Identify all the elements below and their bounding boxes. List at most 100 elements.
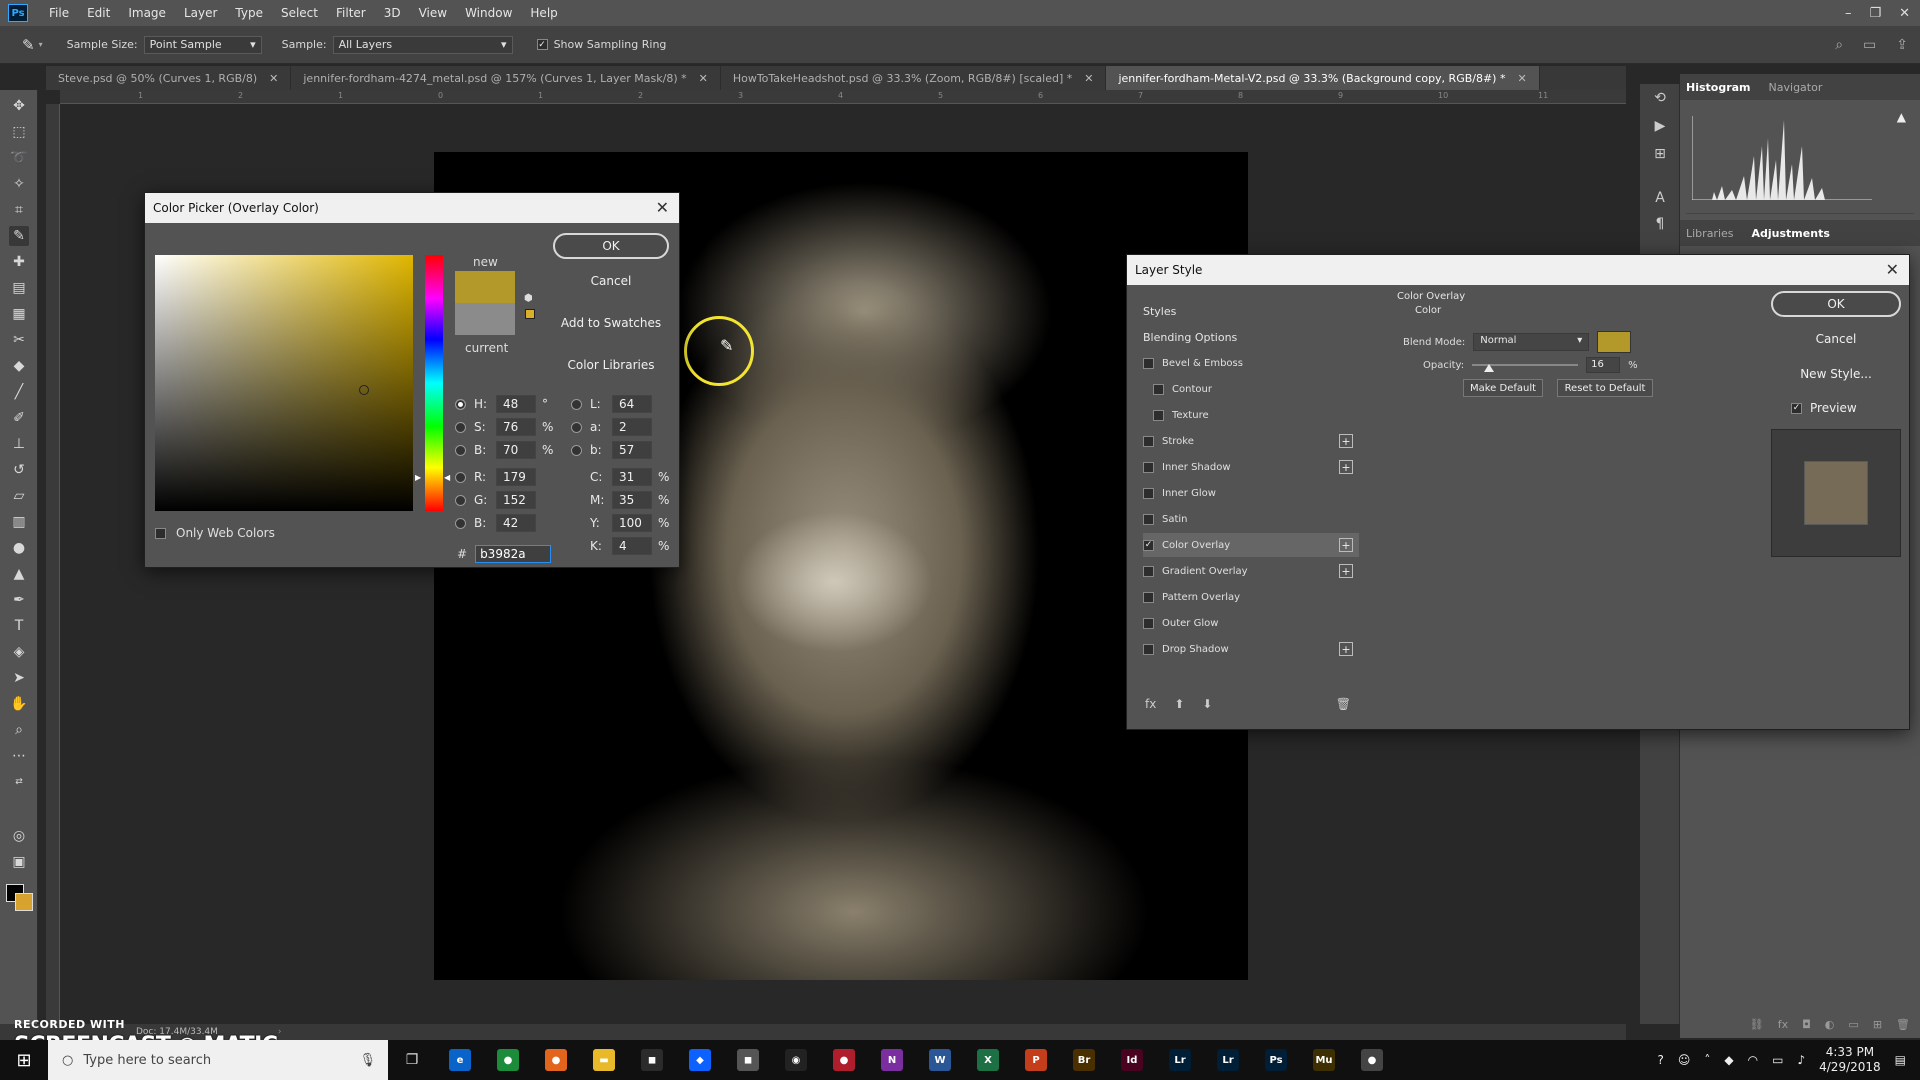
- taskbar-app-powerpoint[interactable]: P: [1012, 1040, 1060, 1080]
- style-item-color-overlay[interactable]: ✓ Color Overlay +: [1143, 533, 1359, 557]
- doc-tab-steve[interactable]: Steve.psd @ 50% (Curves 1, RGB/8) ✕: [46, 66, 292, 90]
- tab-histogram[interactable]: Histogram: [1686, 81, 1751, 94]
- menu-layer[interactable]: Layer: [175, 0, 226, 26]
- style-item-inner-glow[interactable]: Inner Glow: [1143, 481, 1359, 505]
- pencil-tool-icon[interactable]: ╱: [9, 382, 29, 402]
- close-icon[interactable]: ✕: [269, 72, 278, 85]
- lab-b-radio[interactable]: [571, 444, 582, 456]
- lab-b-input[interactable]: 57: [612, 441, 652, 459]
- hue-arrow-right-icon[interactable]: ◀: [444, 473, 450, 482]
- red-input[interactable]: 179: [496, 468, 536, 486]
- color-field-marker[interactable]: [359, 385, 369, 395]
- hue-arrow-left-icon[interactable]: ▶: [415, 473, 421, 482]
- taskbar-search[interactable]: ○ Type here to search 🎙: [48, 1040, 388, 1080]
- workspace-icon[interactable]: ▭: [1863, 37, 1876, 53]
- green-input[interactable]: 152: [496, 491, 536, 509]
- tab-adjustments[interactable]: Adjustments: [1752, 227, 1830, 240]
- search-icon[interactable]: ⌕: [1835, 37, 1843, 53]
- taskbar-app-lightroom[interactable]: Lr: [1204, 1040, 1252, 1080]
- sample-select[interactable]: All Layers ▾: [332, 35, 513, 54]
- doc-tab-jennifer-metal-v2[interactable]: jennifer-fordham-Metal-V2.psd @ 33.3% (B…: [1106, 66, 1540, 90]
- lab-a-input[interactable]: 2: [612, 418, 652, 436]
- direct-select-tool-icon[interactable]: ➤: [9, 668, 29, 688]
- menu-filter[interactable]: Filter: [327, 0, 375, 26]
- crop-tool-icon[interactable]: ⌗: [9, 200, 29, 220]
- close-icon[interactable]: ✕: [1517, 72, 1526, 85]
- quick-mask-icon[interactable]: ◎: [9, 826, 29, 846]
- quick-select-tool-icon[interactable]: ✧: [9, 174, 29, 194]
- sharpen-tool-icon[interactable]: ▲: [9, 564, 29, 584]
- hand-tool-icon[interactable]: ✋: [9, 694, 29, 714]
- layer-comps-icon[interactable]: ⊞: [1650, 144, 1670, 164]
- close-icon[interactable]: ✕: [699, 72, 708, 85]
- style-item-gradient-overlay[interactable]: Gradient Overlay +: [1143, 559, 1359, 583]
- minimize-icon[interactable]: –: [1845, 6, 1852, 21]
- eyedropper-tool-icon[interactable]: ✎: [9, 226, 29, 246]
- healing-brush-tool-icon[interactable]: ✚: [9, 252, 29, 272]
- taskbar-app-chrome[interactable]: ●: [484, 1040, 532, 1080]
- pen-tool-icon[interactable]: ✒: [9, 590, 29, 610]
- chevron-up-icon[interactable]: ˄: [1704, 1053, 1710, 1067]
- path-select-tool-icon[interactable]: ◈: [9, 642, 29, 662]
- style-checkbox[interactable]: [1153, 409, 1164, 421]
- style-checkbox[interactable]: [1143, 617, 1154, 629]
- add-icon[interactable]: +: [1339, 538, 1353, 552]
- dropbox-tray-icon[interactable]: ◆: [1724, 1053, 1733, 1067]
- style-item-outer-glow[interactable]: Outer Glow: [1143, 611, 1359, 635]
- style-checkbox[interactable]: [1143, 591, 1154, 603]
- menu-help[interactable]: Help: [521, 0, 566, 26]
- tab-libraries[interactable]: Libraries: [1686, 227, 1734, 240]
- add-mask-icon[interactable]: ◘: [1802, 1018, 1811, 1038]
- style-item-inner-shadow[interactable]: Inner Shadow +: [1143, 455, 1359, 479]
- menu-file[interactable]: File: [40, 0, 78, 26]
- ok-button[interactable]: OK: [1771, 291, 1901, 317]
- taskbar-app-photoshop[interactable]: Ps: [1252, 1040, 1300, 1080]
- style-checkbox[interactable]: [1143, 643, 1154, 655]
- taskbar-app-firefox[interactable]: ●: [532, 1040, 580, 1080]
- wifi-icon[interactable]: ◠: [1748, 1053, 1758, 1067]
- microphone-icon[interactable]: 🎙: [359, 1053, 376, 1068]
- paragraph-icon[interactable]: ¶: [1650, 214, 1670, 234]
- close-icon[interactable]: ✕: [656, 198, 669, 217]
- style-item-stroke[interactable]: Stroke +: [1143, 429, 1359, 453]
- style-item-satin[interactable]: Satin: [1143, 507, 1359, 531]
- restore-icon[interactable]: ❐: [1869, 6, 1881, 21]
- trash-icon[interactable]: 🗑: [1336, 697, 1351, 711]
- magenta-input[interactable]: 35: [612, 491, 652, 509]
- taskbar-app-obs[interactable]: ◉: [772, 1040, 820, 1080]
- brightness-radio[interactable]: [455, 444, 466, 456]
- overlay-color-swatch[interactable]: [1597, 331, 1632, 353]
- add-icon[interactable]: +: [1339, 564, 1353, 578]
- taskbar-app-file-explorer[interactable]: ▬: [580, 1040, 628, 1080]
- opacity-input[interactable]: 16: [1586, 357, 1621, 373]
- style-item-pattern-overlay[interactable]: Pattern Overlay: [1143, 585, 1359, 609]
- new-style-button[interactable]: New Style...: [1771, 361, 1901, 387]
- cancel-button[interactable]: Cancel: [553, 268, 669, 294]
- opacity-slider-thumb[interactable]: [1484, 364, 1495, 372]
- menu-view[interactable]: View: [410, 0, 456, 26]
- zoom-tool-icon[interactable]: ⌕: [9, 720, 29, 740]
- web-safe-cube-icon[interactable]: ⬢: [524, 293, 533, 304]
- dodge-tool-icon[interactable]: ●: [9, 538, 29, 558]
- cyan-input[interactable]: 31: [612, 468, 652, 486]
- menu-3d[interactable]: 3D: [375, 0, 410, 26]
- lab-l-radio[interactable]: [571, 398, 582, 410]
- close-icon[interactable]: ✕: [1084, 72, 1093, 85]
- people-icon[interactable]: ☺: [1678, 1053, 1691, 1067]
- gamut-warning-icon[interactable]: [525, 309, 535, 319]
- style-item-contour[interactable]: Contour: [1143, 377, 1359, 401]
- taskbar-app-dropbox[interactable]: ◆: [676, 1040, 724, 1080]
- current-color-swatch[interactable]: [455, 303, 515, 335]
- style-checkbox[interactable]: [1143, 435, 1154, 447]
- saturation-radio[interactable]: [455, 421, 466, 433]
- fx-icon[interactable]: fx: [1778, 1018, 1788, 1038]
- style-checkbox[interactable]: [1143, 487, 1154, 499]
- share-icon[interactable]: ⇪: [1896, 37, 1908, 53]
- marquee-tool-icon[interactable]: ⬚: [9, 122, 29, 142]
- tab-navigator[interactable]: Navigator: [1769, 81, 1823, 94]
- add-icon[interactable]: +: [1339, 642, 1353, 656]
- tool-preset-chevron-icon[interactable]: ▾: [39, 40, 43, 49]
- add-icon[interactable]: +: [1339, 434, 1353, 448]
- blue-radio[interactable]: [455, 517, 466, 529]
- blend-mode-select[interactable]: Normal ▾: [1473, 333, 1590, 351]
